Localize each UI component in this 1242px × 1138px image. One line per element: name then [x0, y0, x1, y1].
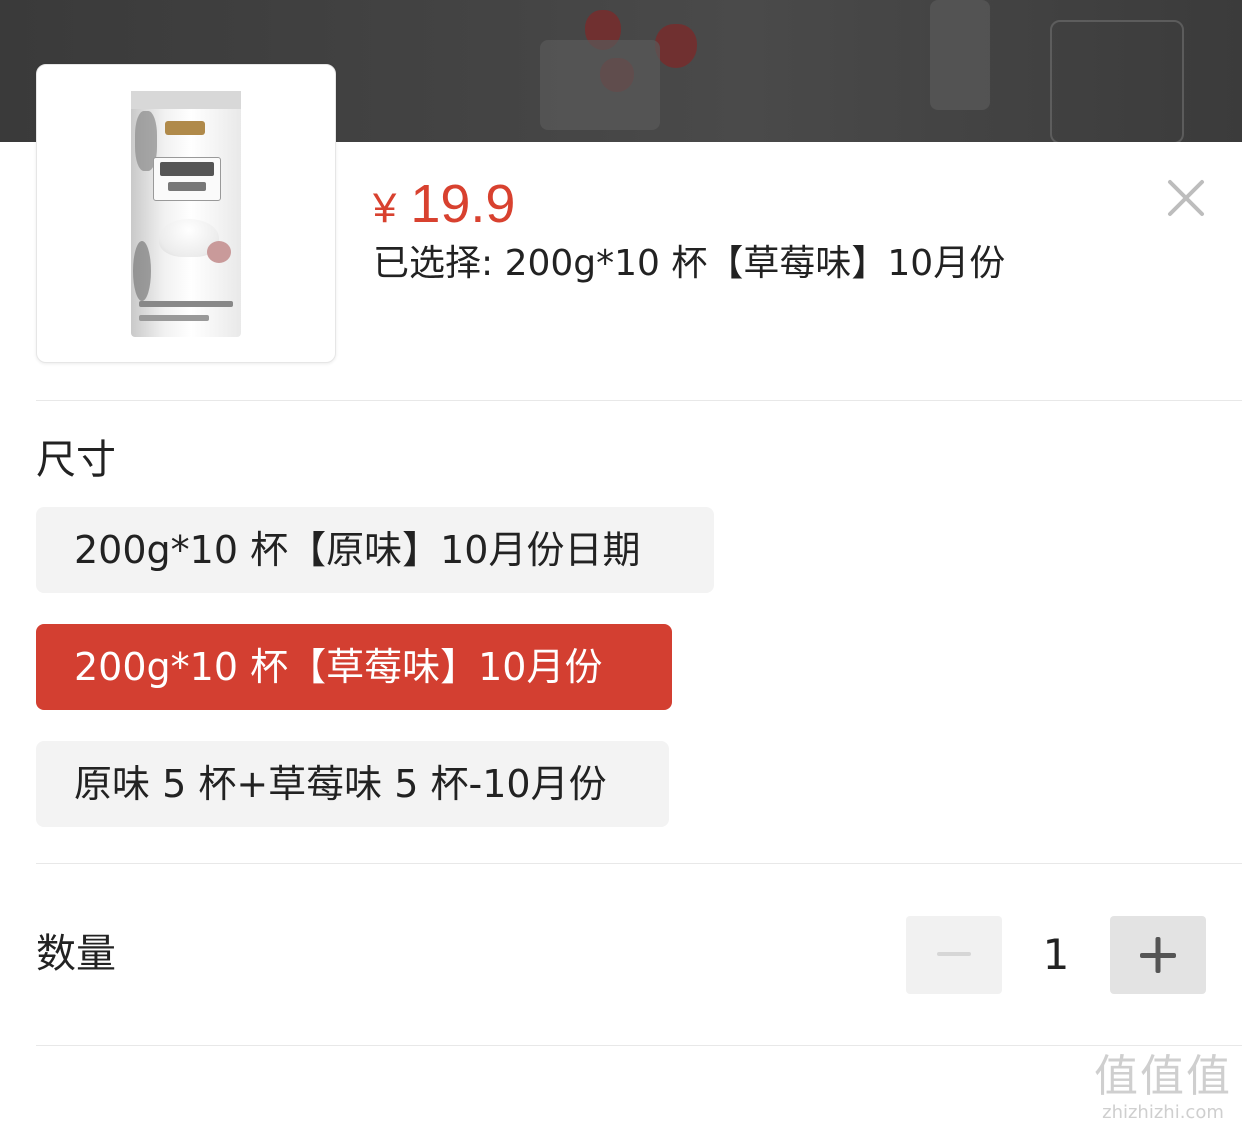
product-thumbnail[interactable] — [36, 64, 336, 363]
site-watermark: 值值值 zhizhizhi.com — [1090, 1052, 1236, 1132]
size-option-original[interactable]: 200g*10 杯【原味】10月份日期 — [36, 507, 714, 593]
divider — [36, 863, 1242, 864]
minus-icon — [937, 952, 971, 956]
divider — [36, 1045, 1242, 1046]
currency-symbol: ¥ — [373, 184, 397, 231]
carton-decoration — [930, 0, 990, 110]
product-price: ¥19.9 — [373, 176, 515, 232]
watermark-url: zhizhizhi.com — [1102, 1102, 1224, 1123]
box-outline-decoration — [1050, 20, 1184, 142]
size-option-label: 200g*10 杯【草莓味】10月份 — [74, 645, 603, 689]
plus-icon — [1140, 937, 1176, 973]
size-option-mixed[interactable]: 原味 5 杯+草莓味 5 杯-10月份 — [36, 741, 669, 827]
close-icon — [1168, 180, 1204, 216]
size-section-title: 尺寸 — [36, 437, 116, 483]
quantity-increase-button[interactable] — [1110, 916, 1206, 994]
size-option-strawberry[interactable]: 200g*10 杯【草莓味】10月份 — [36, 624, 672, 710]
yogurt-carton-image — [131, 91, 241, 337]
close-button[interactable] — [1160, 174, 1212, 226]
divider — [36, 400, 1242, 401]
quantity-value[interactable]: 1 — [1002, 916, 1110, 994]
cup-decoration — [540, 40, 660, 130]
quantity-decrease-button[interactable] — [906, 916, 1002, 994]
selected-variant-text: 已选择: 200g*10 杯【草莓味】10月份 — [373, 243, 1006, 284]
size-option-label: 200g*10 杯【原味】10月份日期 — [74, 528, 641, 572]
watermark-logo: 值值值 — [1094, 1051, 1232, 1102]
size-option-label: 原味 5 杯+草莓味 5 杯-10月份 — [74, 762, 607, 806]
quantity-section-title: 数量 — [36, 931, 116, 977]
strawberry-decoration — [655, 24, 697, 68]
price-value: 19.9 — [410, 174, 516, 234]
